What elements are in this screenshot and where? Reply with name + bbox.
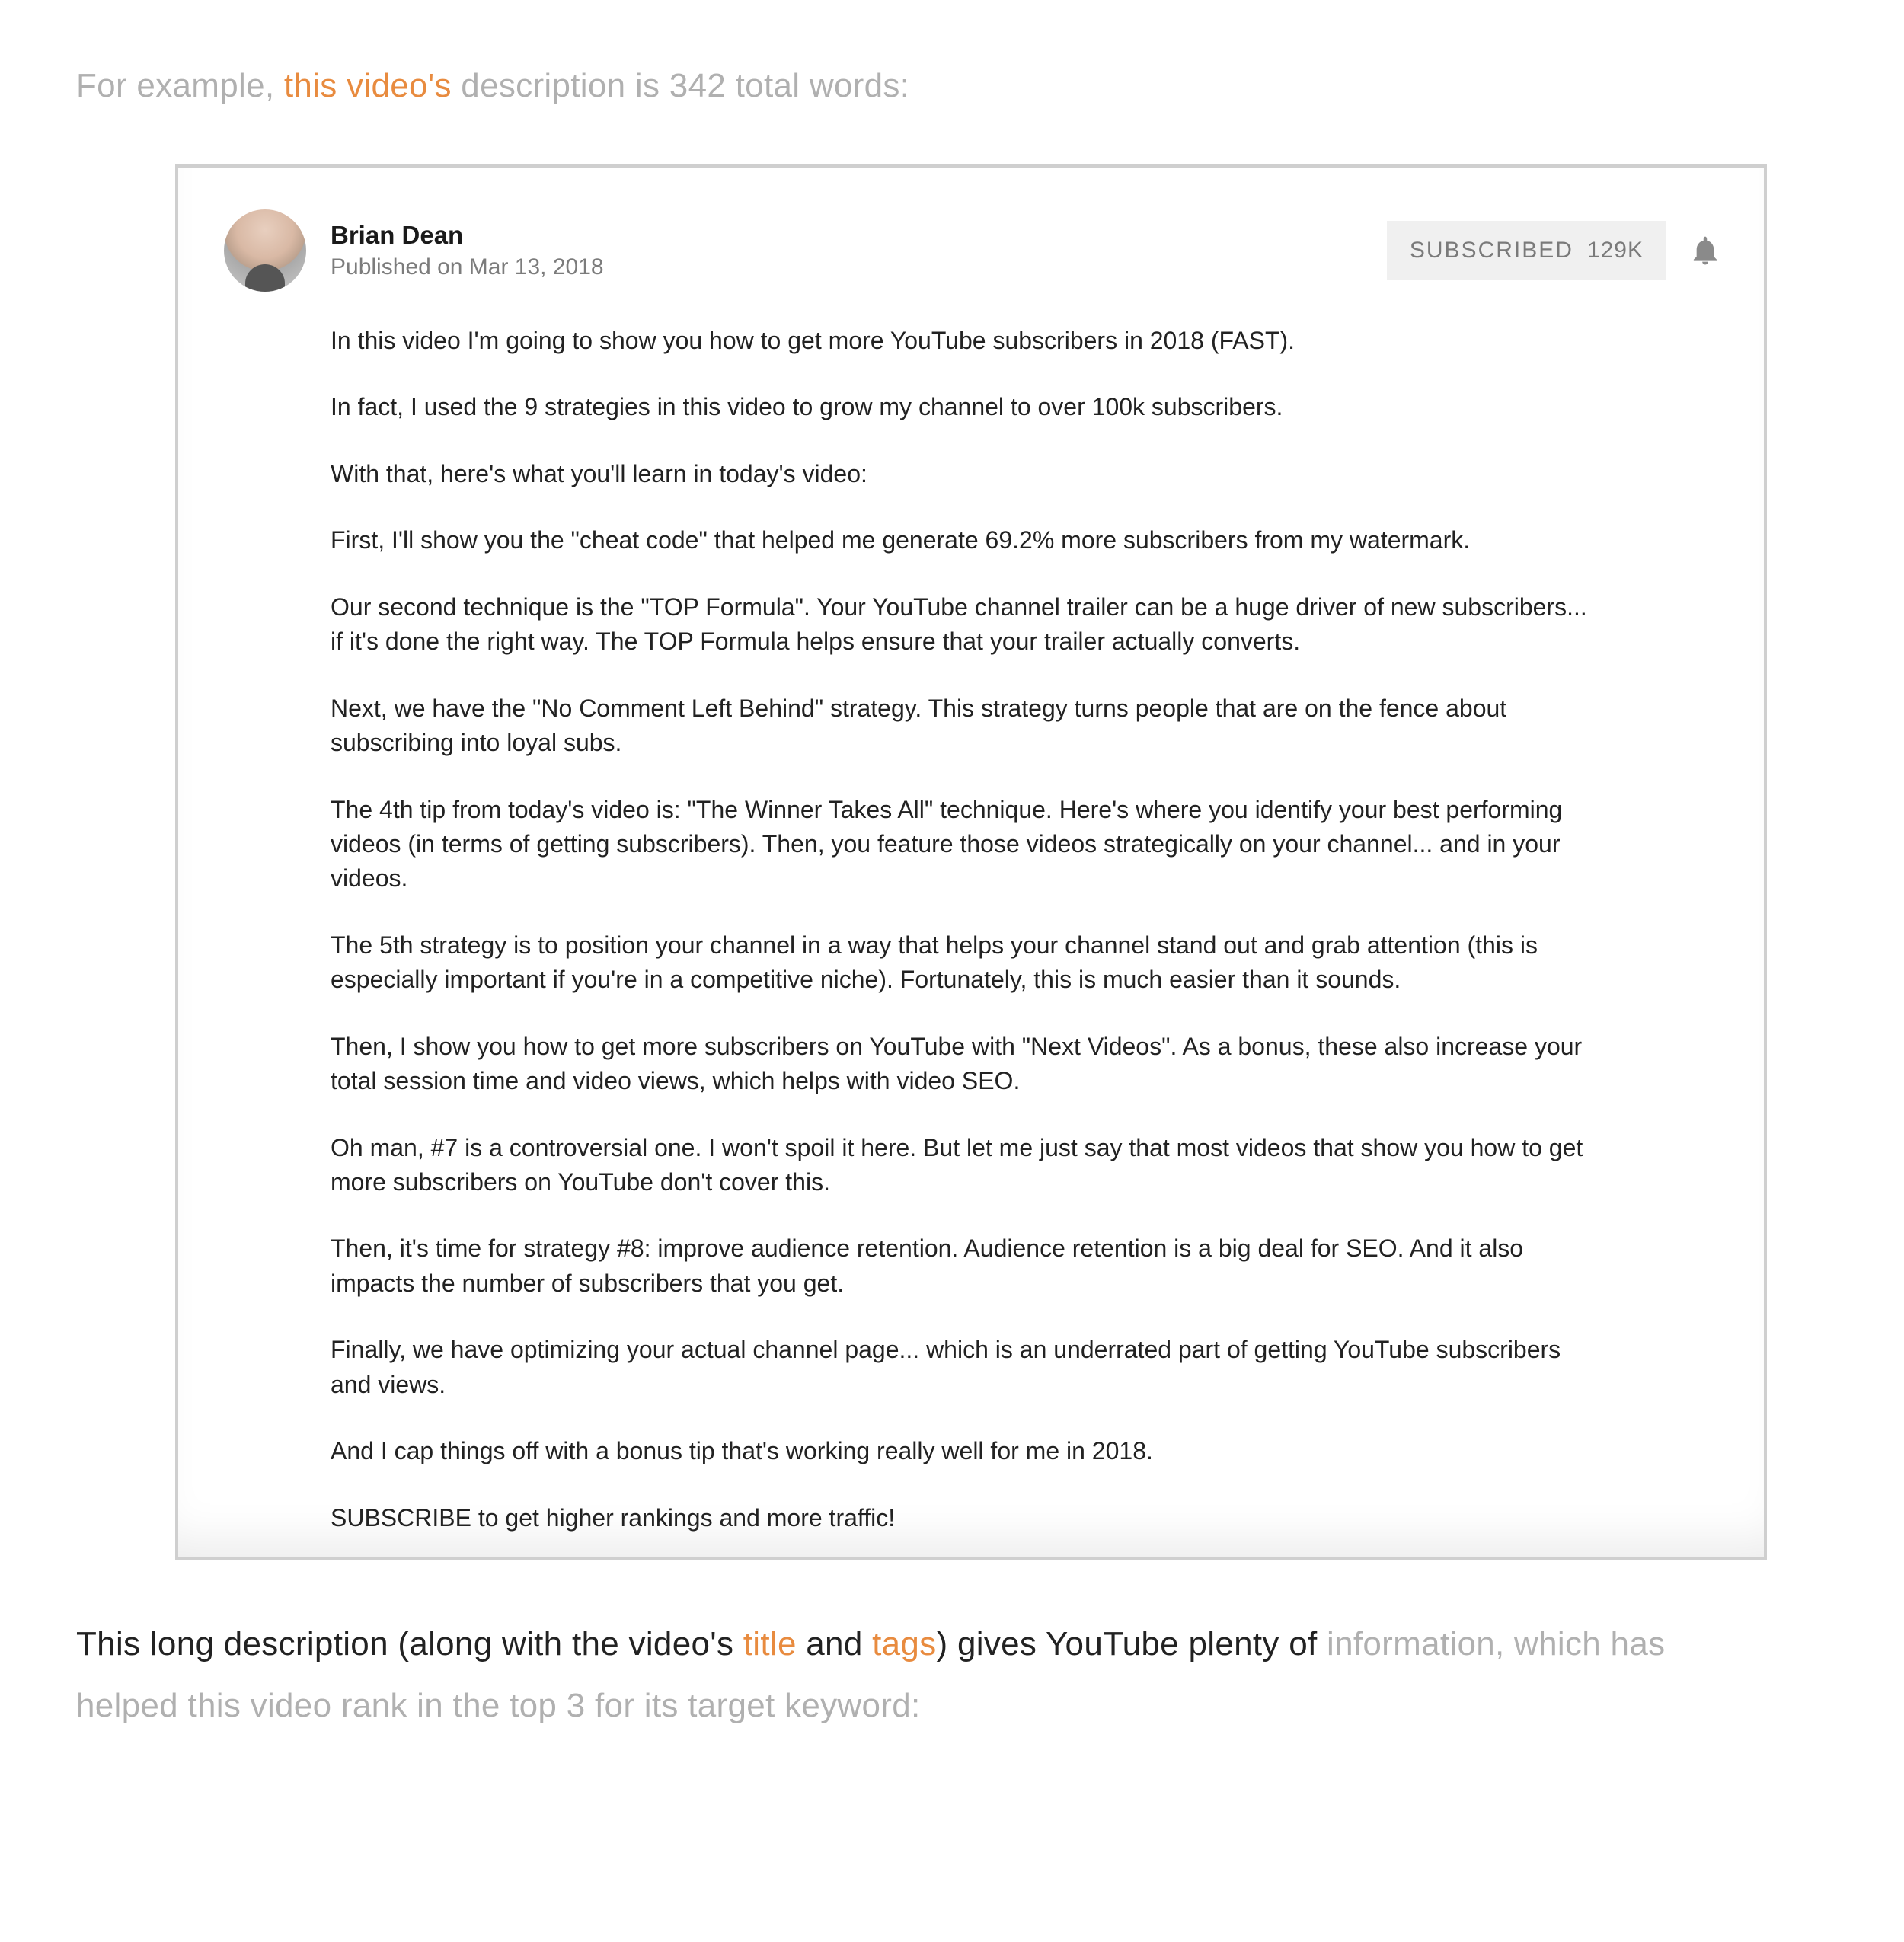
outro-link-title[interactable]: title (743, 1625, 797, 1663)
desc-paragraph: First, I'll show you the "cheat code" th… (331, 523, 1589, 557)
desc-paragraph: Finally, we have optimizing your actual … (331, 1333, 1589, 1402)
intro-after: description is 342 total words: (452, 67, 909, 104)
outro-text: This long description (along with the vi… (76, 1613, 1676, 1737)
published-date: Published on Mar 13, 2018 (331, 254, 604, 280)
subscribed-button[interactable]: SUBSCRIBED 129K (1387, 221, 1666, 280)
desc-paragraph: Our second technique is the "TOP Formula… (331, 590, 1589, 660)
card-header: Brian Dean Published on Mar 13, 2018 SUB… (224, 209, 1718, 292)
desc-paragraph: The 4th tip from today's video is: "The … (331, 793, 1589, 896)
desc-paragraph: SUBSCRIBE to get higher rankings and mor… (331, 1501, 1589, 1535)
desc-paragraph: In this video I'm going to show you how … (331, 324, 1589, 358)
desc-paragraph: Oh man, #7 is a controversial one. I won… (331, 1131, 1589, 1200)
author-name[interactable]: Brian Dean (331, 221, 604, 250)
bell-icon[interactable] (1692, 236, 1718, 265)
intro-before: For example, (76, 67, 284, 104)
desc-paragraph: Then, I show you how to get more subscri… (331, 1030, 1589, 1099)
subscriber-count: 129K (1587, 238, 1644, 264)
outro-solid-before: This long description (along with the vi… (76, 1625, 743, 1663)
author-block: Brian Dean Published on Mar 13, 2018 (331, 221, 604, 280)
desc-paragraph: In fact, I used the 9 strategies in this… (331, 390, 1589, 424)
avatar[interactable] (224, 209, 306, 292)
desc-paragraph: With that, here's what you'll learn in t… (331, 457, 1589, 491)
outro-solid-mid: and (797, 1625, 872, 1663)
desc-paragraph: Next, we have the "No Comment Left Behin… (331, 692, 1589, 761)
desc-paragraph: And I cap things off with a bonus tip th… (331, 1434, 1589, 1468)
description-body: In this video I'm going to show you how … (224, 324, 1718, 1535)
intro-link[interactable]: this video's (284, 67, 452, 104)
subscribed-label: SUBSCRIBED (1410, 238, 1573, 264)
outro-link-tags[interactable]: tags (872, 1625, 936, 1663)
desc-paragraph: Then, it's time for strategy #8: improve… (331, 1231, 1589, 1301)
youtube-description-card: Brian Dean Published on Mar 13, 2018 SUB… (175, 164, 1767, 1560)
desc-paragraph: The 5th strategy is to position your cha… (331, 928, 1589, 998)
intro-text: For example, this video's description is… (76, 61, 1828, 111)
outro-solid-after: ) gives YouTube plenty of (937, 1625, 1327, 1663)
